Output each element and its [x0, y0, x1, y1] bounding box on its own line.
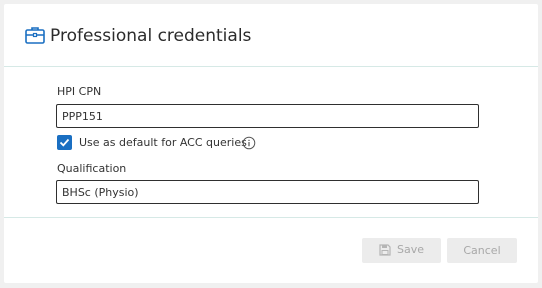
- default-acc-label[interactable]: Use as default for ACC queries: [79, 136, 247, 150]
- hpi-cpn-input[interactable]: [56, 104, 479, 128]
- dialog-title: Professional credentials: [50, 26, 252, 46]
- briefcase-icon: [25, 26, 45, 44]
- dialog-header: Professional credentials: [4, 4, 538, 67]
- save-button[interactable]: Save: [362, 238, 441, 263]
- cancel-label: Cancel: [463, 244, 501, 257]
- qualification-input[interactable]: [56, 180, 479, 204]
- save-icon: [379, 244, 391, 256]
- credentials-dialog: Professional credentials HPI CPN Use as …: [4, 4, 538, 283]
- checkmark-icon: [59, 138, 70, 147]
- qualification-label: Qualification: [57, 162, 127, 175]
- hpi-cpn-label: HPI CPN: [57, 85, 102, 98]
- footer-divider: [4, 217, 538, 218]
- info-icon[interactable]: [242, 135, 256, 150]
- default-acc-checkbox[interactable]: [57, 135, 72, 150]
- cancel-button[interactable]: Cancel: [447, 238, 517, 263]
- save-label: Save: [397, 243, 425, 256]
